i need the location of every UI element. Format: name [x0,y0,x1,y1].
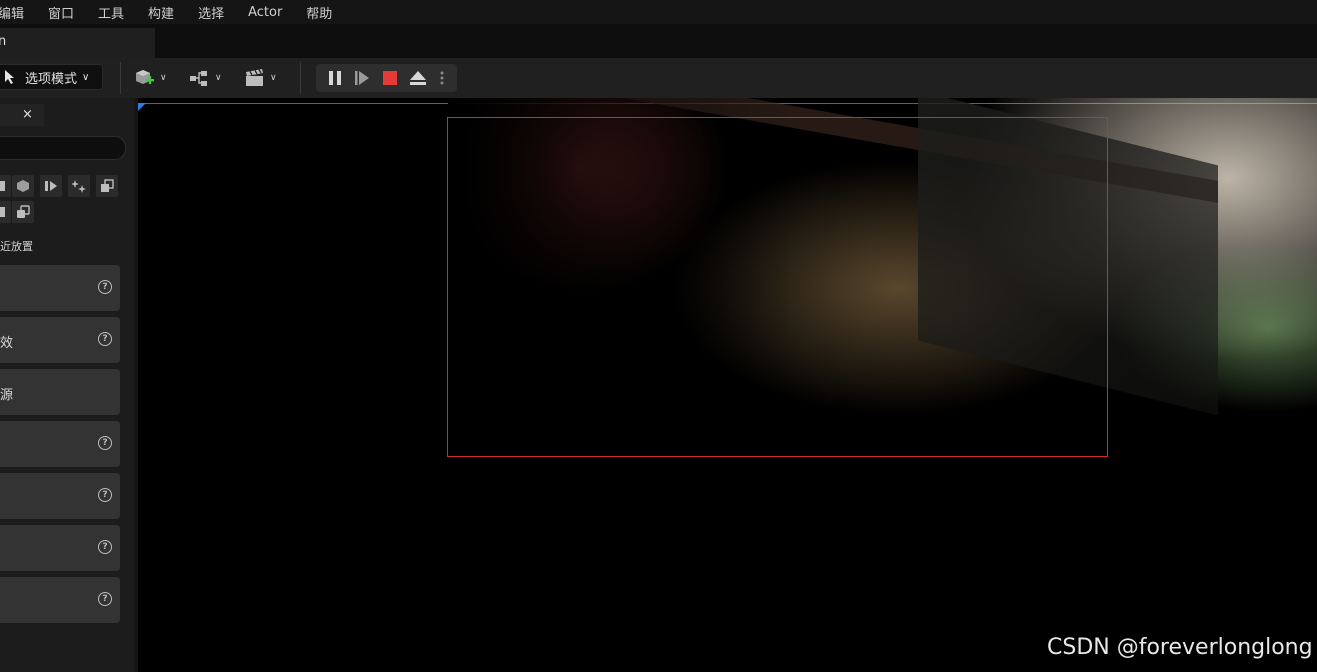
category-row[interactable]: ? [0,265,120,311]
recently-placed-label: 近放置 [0,240,33,253]
level-viewport[interactable] [138,98,1317,672]
menu-help[interactable]: 帮助 [294,3,344,22]
play-controls [316,64,457,92]
category-row[interactable]: ? [0,525,120,571]
menu-tools[interactable]: 工具 [86,3,136,22]
category-label: 源 [0,388,14,403]
visual-effects-icon[interactable] [68,175,90,197]
help-icon[interactable]: ? [98,332,112,346]
add-actor-icon [136,70,154,84]
selection-mode-button[interactable]: 选项模式 ∨ [0,64,103,90]
help-icon[interactable]: ? [98,436,112,450]
category-row[interactable]: ? [0,473,120,519]
menu-select[interactable]: 选择 [186,3,236,22]
help-icon[interactable]: ? [98,488,112,502]
menu-build[interactable]: 构建 [136,3,186,22]
cube-icon[interactable] [12,175,34,197]
level-tab-label: n [0,34,7,49]
help-icon[interactable]: ? [98,592,112,606]
menu-window[interactable]: 窗口 [36,3,86,22]
close-icon[interactable]: × [22,107,33,122]
eject-icon[interactable] [409,69,427,87]
blueprint-button[interactable]: ∨ [189,66,222,90]
menu-actor[interactable]: Actor [236,5,294,20]
basic-shapes-icon[interactable] [0,175,11,197]
blueprint-icon [190,71,207,86]
cinematics-button[interactable]: ∨ [244,66,277,90]
category-label: 效 [0,336,14,351]
cinematic-icon[interactable] [40,175,62,197]
more-vert-icon[interactable] [437,69,447,87]
help-icon[interactable]: ? [98,540,112,554]
place-actors-panel: × 近放置 ? 效 ? 源 ? ? ? ? [0,98,134,672]
chevron-down-icon: ∨ [215,73,222,83]
pause-icon[interactable] [326,69,344,87]
all-classes-icon[interactable] [12,201,34,223]
camera-safe-frame [447,117,1108,457]
main-toolbar: 选项模式 ∨ ∨ ∨ ∨ [0,58,1317,98]
category-row[interactable]: 效 ? [0,317,120,363]
chevron-down-icon: ∨ [82,71,90,83]
stop-icon[interactable] [381,69,399,87]
category-row[interactable]: ? [0,421,120,467]
viewport-corner-marker [138,103,146,111]
search-input[interactable] [0,136,126,160]
select-mode-icon [5,70,14,84]
clapperboard-icon [246,69,263,86]
menu-edit[interactable]: 编辑 [0,3,36,22]
volumes-icon[interactable] [0,201,11,223]
chevron-down-icon: ∨ [270,73,277,83]
menu-bar: 编辑 窗口 工具 构建 选择 Actor 帮助 [0,0,1317,24]
toolbar-separator [120,62,121,94]
geometry-icon[interactable] [96,175,118,197]
selection-mode-label: 选项模式 [25,71,78,87]
category-row[interactable]: 源 [0,369,120,415]
help-icon[interactable]: ? [98,280,112,294]
toolbar-separator [300,62,301,94]
panel-tab[interactable]: × [0,104,44,126]
document-tab-bar: n [0,24,1317,58]
chevron-down-icon: ∨ [160,73,167,83]
category-row[interactable]: ? [0,577,120,623]
level-tab[interactable]: n [0,28,155,58]
add-actor-button[interactable]: ∨ [134,66,167,90]
watermark: CSDN @foreverlonglong [1047,635,1313,660]
frame-skip-icon[interactable] [353,69,371,87]
